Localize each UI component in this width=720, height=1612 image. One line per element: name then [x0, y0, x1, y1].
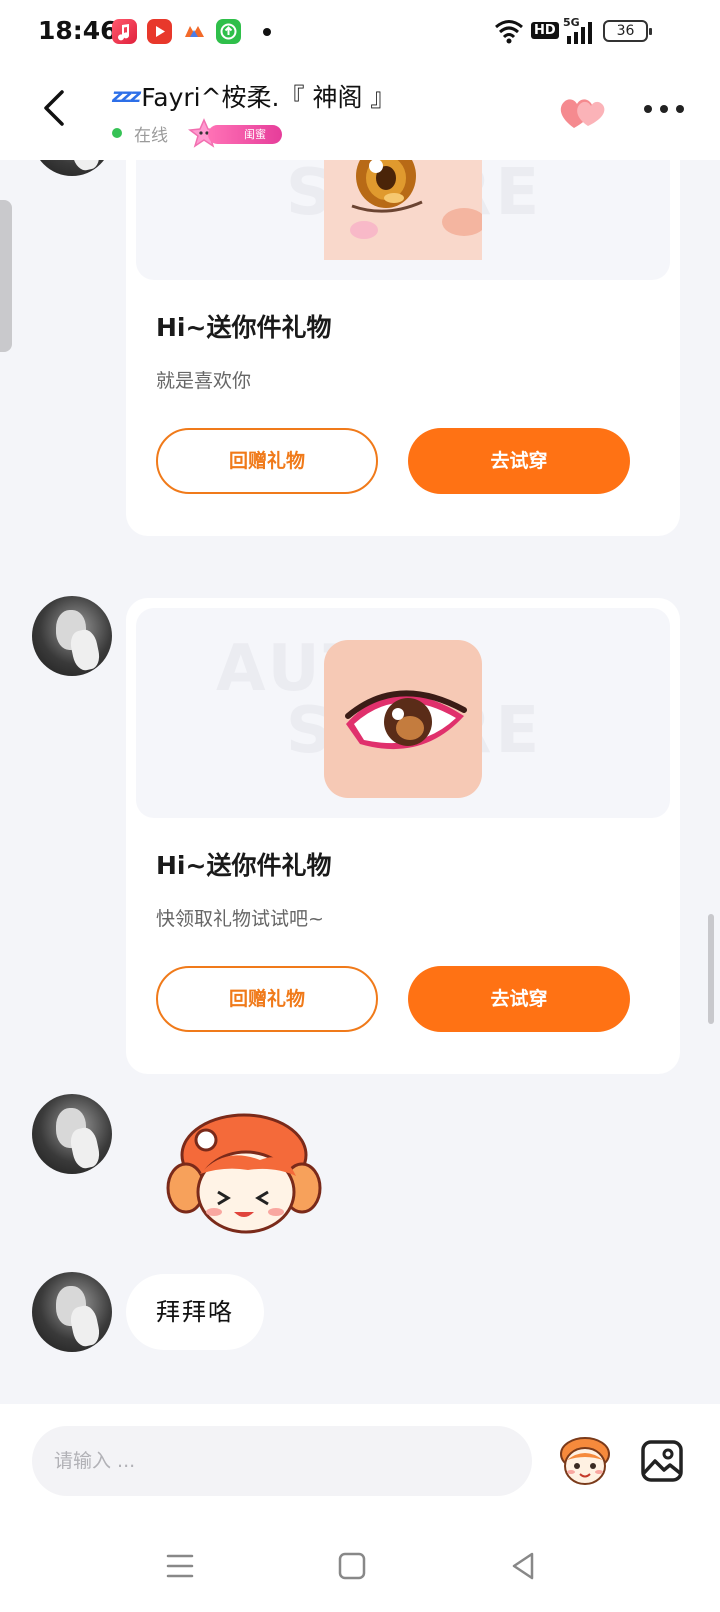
sleep-zzz-icon: zzz [112, 85, 141, 107]
upload-app-icon [216, 19, 241, 44]
hugging-character-sticker[interactable] [164, 1110, 324, 1240]
chat-message-list[interactable]: AUTOR STORE Hi~送你件礼物 [0, 160, 720, 1404]
sender-avatar[interactable] [32, 1272, 112, 1352]
triangle-back-icon [512, 1552, 534, 1580]
image-picker-button[interactable] [640, 1439, 684, 1483]
back-button[interactable] [36, 86, 72, 130]
back-nav-button[interactable] [508, 1550, 540, 1582]
more-dot-icon [644, 105, 652, 113]
intimacy-button[interactable] [558, 92, 608, 132]
gift-card: AUTOR STORE Hi~送你件礼物 [126, 160, 680, 536]
return-gift-button[interactable]: 回赠礼物 [156, 428, 378, 494]
try-on-button[interactable]: 去试穿 [408, 428, 630, 494]
try-on-button[interactable]: 去试穿 [408, 966, 630, 1032]
scrollbar-thumb[interactable] [708, 914, 714, 1024]
online-dot-icon [112, 128, 122, 138]
gift-preview[interactable]: AUTOR STORE [136, 608, 670, 818]
contact-title[interactable]: zzz Fayri^桉柔.『 神阁 』 [112, 78, 395, 114]
battery-indicator: 36 [603, 20, 652, 42]
gift-description: 就是喜欢你 [156, 370, 252, 392]
gift-description: 快领取礼物试试吧~ [156, 908, 324, 930]
sender-avatar[interactable] [32, 160, 112, 176]
gift-card: AUTOR STORE Hi~送你件礼物 快领取礼物试试吧~ 回赠礼物 去试穿 [126, 598, 680, 1074]
message-input[interactable] [32, 1426, 532, 1496]
more-dot-icon [660, 105, 668, 113]
recent-apps-button[interactable] [164, 1550, 196, 1582]
signal-icon [567, 22, 592, 44]
gold-eye-gift-image [324, 160, 482, 260]
double-heart-icon [560, 99, 605, 128]
chat-header: zzz Fayri^桉柔.『 神阁 』 在线 闺蜜 [0, 64, 720, 160]
status-time: 18:46 [38, 16, 118, 45]
online-status: 在线 [134, 125, 168, 146]
notification-dot-icon [263, 28, 271, 36]
sender-avatar[interactable] [32, 596, 112, 676]
badge-label: 闺蜜 [208, 125, 282, 144]
system-navigation-bar [0, 1516, 720, 1612]
music-app-icon [112, 19, 137, 44]
message-input-bar [0, 1404, 720, 1516]
gift-preview[interactable]: AUTOR STORE [136, 160, 670, 280]
gift-title: Hi~送你件礼物 [156, 851, 332, 880]
relationship-badge[interactable]: 闺蜜 [182, 118, 286, 148]
contact-status-row: 在线 闺蜜 [112, 118, 286, 148]
square-home-icon [338, 1552, 366, 1580]
return-gift-button[interactable]: 回赠礼物 [156, 966, 378, 1032]
contact-name: Fayri^桉柔.『 神阁 』 [141, 83, 396, 112]
more-options-button[interactable] [644, 102, 684, 116]
hd-badge: HD [531, 22, 559, 39]
game-app-icon [182, 19, 207, 44]
chevron-left-icon [44, 90, 64, 126]
sticker-button[interactable] [555, 1432, 615, 1488]
wifi-icon [495, 20, 523, 44]
sticker-face-icon [560, 1437, 610, 1485]
more-dot-icon [676, 105, 684, 113]
home-button[interactable] [336, 1550, 368, 1582]
text-message-bubble[interactable]: 拜拜咯 [126, 1274, 264, 1350]
video-app-icon [147, 19, 172, 44]
status-bar: 18:46 HD 5G 36 [0, 0, 720, 64]
gift-title: Hi~送你件礼物 [156, 313, 332, 342]
pink-eye-gift-image [324, 640, 482, 798]
image-icon [641, 1440, 683, 1482]
menu-lines-icon [166, 1554, 194, 1578]
sender-avatar[interactable] [32, 1094, 112, 1174]
edge-handle[interactable] [0, 200, 12, 352]
